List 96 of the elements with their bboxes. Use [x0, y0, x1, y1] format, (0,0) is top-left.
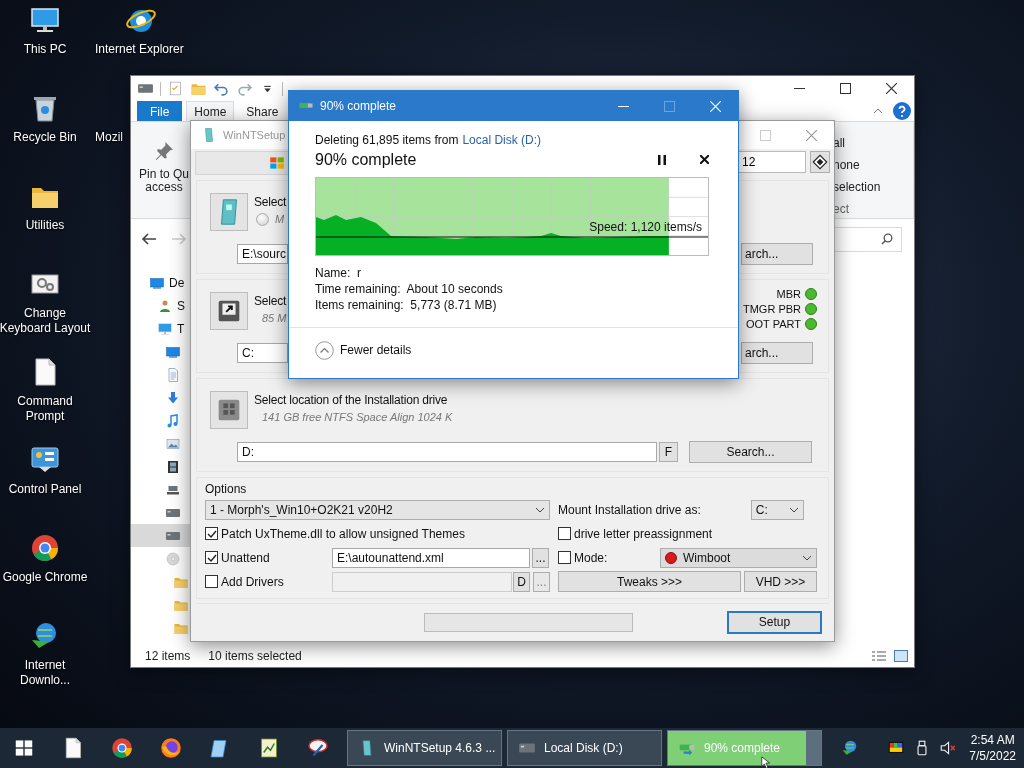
checkbox-label[interactable]: drive letter preassignment — [574, 526, 713, 541]
checkbox-label[interactable]: Unattend — [221, 550, 332, 565]
radio-button[interactable] — [256, 212, 269, 226]
detail-line: Items remaining: 5,773 (8.71 MB) — [315, 297, 498, 313]
detail-line: Name: r — [315, 265, 362, 281]
window-title: 90% complete — [320, 99, 397, 113]
edition-dropdown[interactable]: 1 - Morph's_Win10+O2K21 v20H2 — [205, 499, 550, 520]
film-icon — [165, 458, 181, 475]
tree-item[interactable]: S — [131, 294, 191, 317]
ribbon-tab[interactable]: Share — [238, 101, 287, 121]
operation-summary: Deleting 61,895 items from Local Disk (D:) — [315, 133, 543, 148]
format-button[interactable]: F — [659, 442, 678, 462]
desktop-icon-label[interactable]: Mozil — [94, 130, 123, 145]
checkbox-label[interactable]: Mode: — [574, 550, 660, 565]
tree-item[interactable]: De — [131, 271, 191, 294]
tree-item[interactable]: T — [131, 317, 191, 340]
taskbar-button[interactable]: Local Disk (D:) — [507, 730, 662, 766]
field-label: Mount Installation drive as: — [558, 502, 701, 517]
desktop-icon-label[interactable]: Google Chrome — [2, 570, 88, 585]
desktop-icon-label[interactable]: This PC — [23, 42, 67, 57]
pin-icon[interactable] — [153, 140, 175, 162]
path-field[interactable]: E:\sourc — [237, 244, 288, 264]
section-heading: Select — [254, 194, 287, 211]
collapse-chevron-icon[interactable] — [315, 340, 334, 360]
cancel-icon[interactable] — [700, 155, 709, 164]
windows-icon[interactable] — [13, 737, 35, 759]
section-note: 85 M — [261, 311, 287, 326]
progress-heading: 90% complete — [315, 151, 417, 169]
checkbox-label[interactable]: Patch UxTheme.dll to allow unsigned Themes — [221, 526, 465, 541]
setup-button[interactable]: Setup — [727, 610, 822, 634]
path-field[interactable]: D: — [237, 442, 657, 462]
item-count: 12 items — [145, 649, 191, 663]
section-heading: Select location of the Installation drive — [254, 392, 449, 409]
icon-button[interactable] — [810, 151, 830, 173]
desktop-icon-label[interactable]: Internet Downlo... — [20, 658, 70, 688]
search-button[interactable]: arch... — [741, 342, 813, 364]
desktop-icon-label[interactable]: Control Panel — [8, 482, 82, 497]
checkbox[interactable] — [205, 551, 218, 564]
status-label: MBR — [776, 287, 801, 300]
ribbon-command[interactable]: selection — [833, 176, 913, 198]
selection-count: 10 items selected — [208, 649, 302, 663]
drive-dropdown[interactable]: C: — [750, 499, 804, 520]
path-field[interactable]: C: — [237, 343, 288, 363]
unattend-field[interactable]: E:\autounattend.xml — [332, 547, 530, 568]
collapse-ribbon-icon[interactable] — [873, 108, 883, 114]
tweaks-button[interactable]: Tweaks >>> — [558, 571, 741, 592]
muted-speaker-icon[interactable] — [939, 739, 958, 757]
search-button[interactable]: arch... — [741, 243, 813, 265]
tiles-view-icon[interactable] — [894, 650, 908, 662]
location-link[interactable]: Local Disk (D:) — [462, 133, 542, 147]
drive-button[interactable]: D — [513, 571, 530, 592]
clock[interactable]: 2:54 AM 7/5/2022 — [969, 732, 1016, 764]
maximize-icon[interactable] — [839, 83, 851, 94]
desktop-icon-label[interactable]: Recycle Bin — [13, 130, 77, 145]
detail-line: Time remaining: About 10 seconds — [315, 281, 504, 297]
disc-icon — [165, 550, 181, 567]
checklist-icon[interactable] — [167, 80, 184, 97]
checkbox-label[interactable]: Add Drivers — [221, 574, 332, 589]
status-label: TMGR PBR — [742, 303, 801, 315]
monitor-icon — [157, 320, 173, 337]
section-note: M — [275, 212, 285, 227]
checkbox[interactable] — [558, 527, 571, 540]
drivers-field[interactable] — [332, 571, 512, 592]
checkbox[interactable] — [205, 575, 218, 588]
window-title: WinNTSetup — [223, 129, 286, 141]
status-label: OOT PART — [746, 318, 801, 331]
pin-button-label[interactable]: Pin to Qu access — [139, 168, 189, 194]
close-icon[interactable] — [885, 83, 897, 94]
desktop-icon-label[interactable]: Command Prompt — [17, 394, 73, 424]
section-heading: Select — [254, 293, 287, 310]
help-icon[interactable] — [893, 102, 911, 120]
checkbox[interactable] — [558, 551, 571, 564]
browser-icon[interactable] — [109, 736, 134, 760]
search-button[interactable]: Search... — [689, 441, 812, 463]
checkbox[interactable] — [205, 527, 218, 540]
ribbon-tab[interactable]: Home — [186, 101, 235, 121]
vhd-button[interactable]: VHD >>> — [744, 571, 817, 592]
desktop-icon-label[interactable]: Change Keyboard Layout — [0, 306, 91, 336]
desktop-icon-label[interactable]: Internet Explorer — [94, 42, 184, 57]
browser-icon[interactable] — [158, 736, 183, 760]
group-title: Options — [205, 482, 248, 496]
pause-icon[interactable] — [658, 155, 666, 165]
document-icon — [165, 366, 181, 383]
search-icon — [881, 233, 893, 245]
browse-button[interactable]: ... — [532, 547, 549, 568]
desktop-icon-label[interactable]: Utilities — [25, 218, 65, 233]
windows-flag-icon — [268, 154, 286, 172]
file-menu-tab[interactable]: File — [137, 101, 183, 121]
section-note: 141 GB free NTFS Space Align 1024 K — [261, 410, 453, 425]
taskbar-button[interactable]: WinNTSetup 4.6.3 ... — [347, 730, 502, 766]
fewer-details-toggle[interactable]: Fewer details — [340, 343, 412, 357]
browser-icon[interactable] — [29, 532, 61, 564]
mode-dropdown[interactable]: Wimboot — [660, 547, 817, 568]
music-note-icon — [165, 412, 181, 429]
back-arrow-icon[interactable] — [141, 233, 157, 245]
speed-reading: Speed: 1,120 items/s — [589, 220, 702, 234]
